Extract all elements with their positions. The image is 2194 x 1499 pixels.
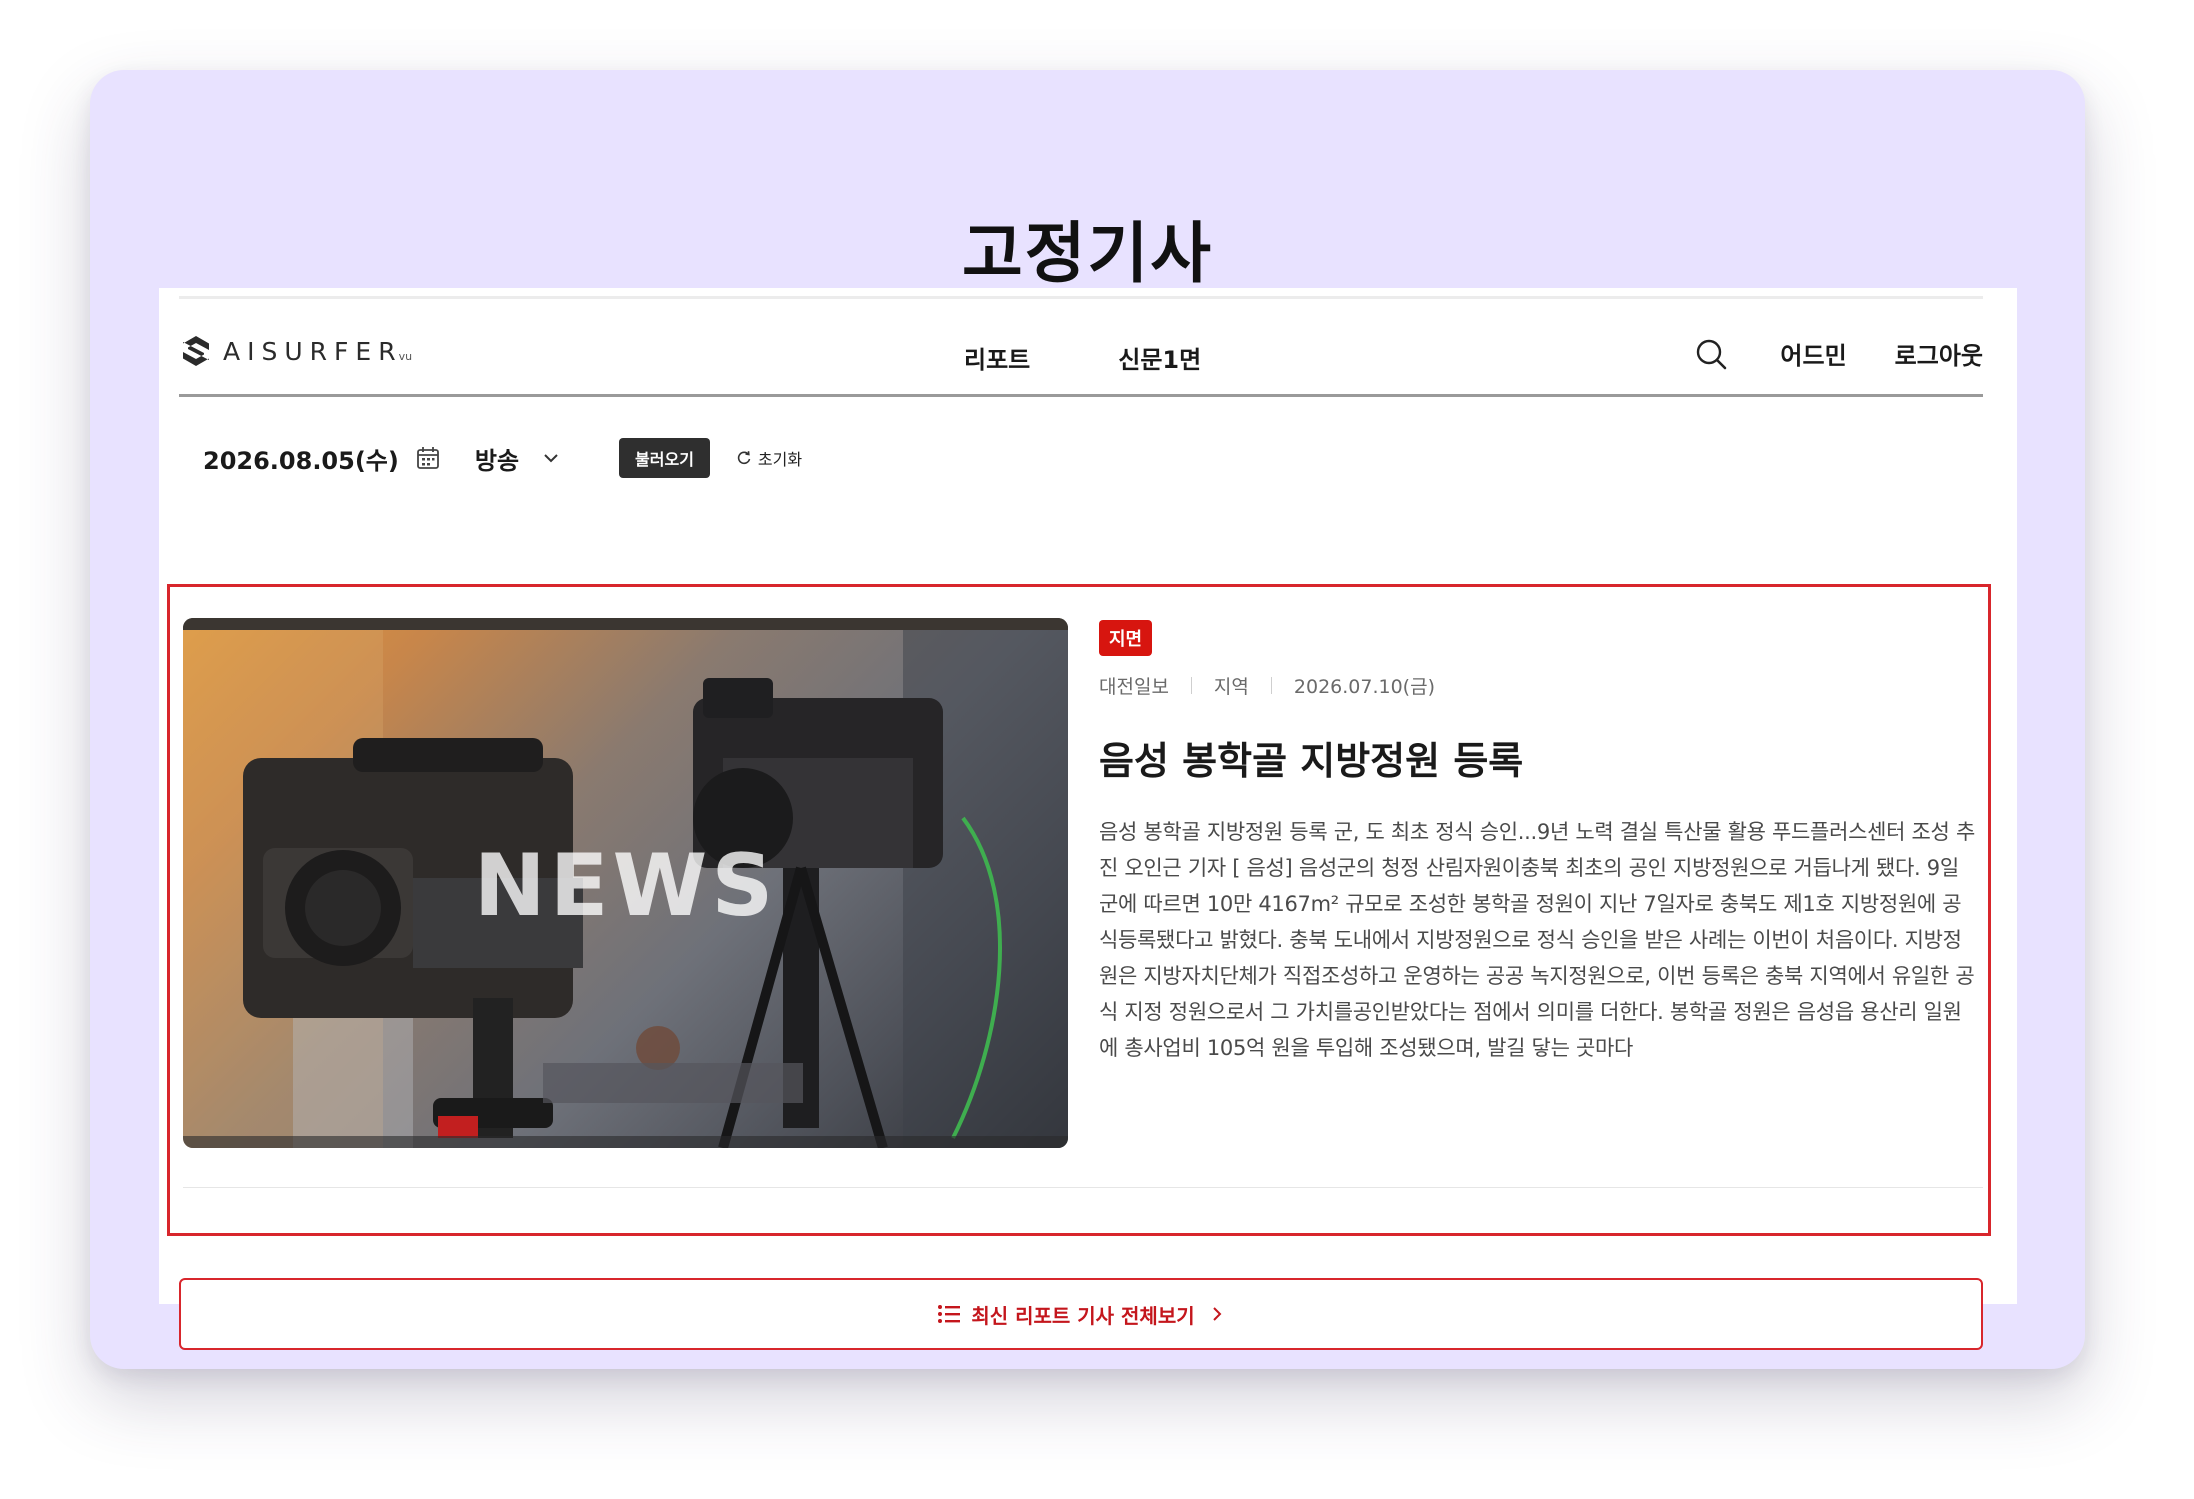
article-title[interactable]: 음성 봉학골 지방정원 등록 bbox=[1099, 730, 1523, 785]
main-nav: 리포트 신문1면 bbox=[964, 340, 1201, 375]
refresh-icon bbox=[737, 451, 751, 465]
meta-separator bbox=[1270, 677, 1272, 694]
top-divider bbox=[179, 296, 1983, 299]
reset-label: 초기화 bbox=[757, 450, 803, 469]
article-date: 2026.07.10(금) bbox=[1293, 676, 1435, 698]
article-thumbnail[interactable]: NEWS bbox=[183, 618, 1068, 1148]
article-divider bbox=[183, 1187, 1983, 1188]
nav-report[interactable]: 리포트 bbox=[964, 340, 1030, 375]
logo-text: AISURFER bbox=[223, 336, 403, 366]
date-display[interactable]: 2026.08.05(수) bbox=[203, 441, 399, 476]
thumbnail-news-text: NEWS bbox=[473, 836, 778, 936]
header: AISURFER vu 리포트 신문1면 어드민 로그아웃 bbox=[179, 300, 1983, 396]
logout-link[interactable]: 로그아웃 bbox=[1895, 336, 1983, 371]
source-select-value: 방송 bbox=[474, 446, 520, 475]
page-title: 고정기사 bbox=[962, 215, 1213, 292]
view-all-reports-button[interactable]: 최신 리포트 기사 전체보기 bbox=[179, 1278, 1983, 1350]
article-publisher: 대전일보 bbox=[1099, 676, 1169, 698]
source-select[interactable]: 방송 bbox=[475, 441, 561, 476]
search-icon[interactable] bbox=[1694, 337, 1728, 371]
article-summary: 음성 봉학골 지방정원 등록 군, 도 최초 정식 승인...9년 노력 결실 … bbox=[1099, 820, 1975, 1060]
logo-sub-text: vu bbox=[398, 349, 413, 363]
load-button[interactable]: 불러오기 bbox=[619, 438, 710, 478]
list-icon bbox=[938, 1305, 961, 1323]
logo-mark-icon bbox=[183, 336, 209, 366]
filter-bar: 2026.08.05(수) 방송 불러오기 초기화 bbox=[203, 438, 802, 478]
category-badge: 지면 bbox=[1099, 620, 1153, 656]
chevron-down-icon bbox=[544, 454, 558, 463]
header-divider bbox=[179, 394, 1983, 397]
meta-separator bbox=[1190, 677, 1192, 694]
admin-link[interactable]: 어드민 bbox=[1780, 336, 1846, 371]
nav-front-page[interactable]: 신문1면 bbox=[1118, 340, 1201, 375]
article-region: 지역 bbox=[1213, 676, 1249, 698]
view-all-label: 최신 리포트 기사 전체보기 bbox=[971, 1303, 1195, 1328]
article-meta: 대전일보 지역 2026.07.10(금) bbox=[1099, 672, 1435, 699]
right-nav: 어드민 로그아웃 bbox=[1694, 336, 1983, 371]
showcase-card: 고정기사 AISURFER vu 리포트 신문1면 어드민 로그아웃 2026.… bbox=[90, 70, 2085, 1369]
calendar-icon[interactable] bbox=[415, 445, 441, 471]
app-screen: AISURFER vu 리포트 신문1면 어드민 로그아웃 2026.08.05… bbox=[159, 288, 2017, 1350]
chevron-right-icon bbox=[1212, 1307, 1222, 1321]
reset-button[interactable]: 초기화 bbox=[736, 446, 802, 470]
logo[interactable]: AISURFER vu bbox=[179, 334, 412, 368]
